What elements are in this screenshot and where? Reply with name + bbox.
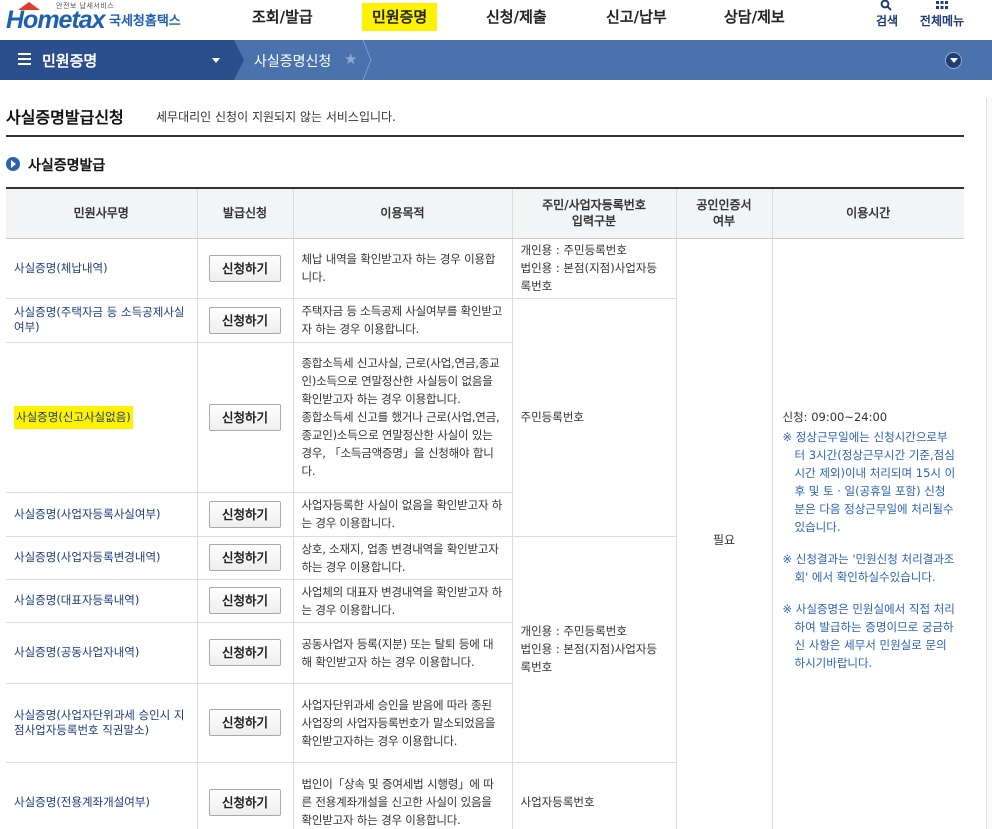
apply-button[interactable]: 신청하기 xyxy=(209,403,281,431)
all-menu-button[interactable]: 전체메뉴 xyxy=(914,0,970,29)
expand-circle-icon[interactable] xyxy=(945,52,962,69)
title-divider xyxy=(6,135,964,137)
logo-korean: 국세청홈택스 xyxy=(109,14,181,29)
service-name[interactable]: 사실증명(사업자등록사실여부) xyxy=(6,492,197,537)
usage-note: ※ 신청결과는 '민원신청 처리결과조회' 에서 확인하실수있습니다. xyxy=(782,552,955,584)
gnb-item-consult[interactable]: 상담/제보 xyxy=(714,3,795,31)
gnb-item-civil-certificate[interactable]: 민원증명 xyxy=(362,3,438,31)
hamburger-icon xyxy=(18,53,31,68)
favorite-star-icon[interactable]: ★ xyxy=(344,50,357,68)
apply-button[interactable]: 신청하기 xyxy=(209,587,281,614)
right-side-strip xyxy=(986,98,992,829)
gnb-item-apply-submit[interactable]: 신청/제출 xyxy=(476,3,557,31)
apply-time-text: 신청: 09:00~24:00 xyxy=(782,410,888,424)
location-bar: 민원증명 사실증명신청 ★ xyxy=(0,40,992,80)
apply-button[interactable]: 신청하기 xyxy=(209,254,281,282)
service-name[interactable]: 사실증명(사업자단위과세 승인시 지점사업자등록번호 직권말소) xyxy=(6,683,197,763)
purpose-text: 법인이「상속 및 증여세법 시행령」에 따른 전용계좌개설을 신고한 사실이 있… xyxy=(292,762,512,829)
cert-required-text: 필요 xyxy=(675,238,772,829)
purpose-text: 종합소득세 신고사실, 근로(사업,연금,종교인)소득으로 연말정산한 사실등이… xyxy=(292,342,512,493)
gnb-item-report-pay[interactable]: 신고/납부 xyxy=(596,3,677,31)
page-notice: 세무대리인 신청이 지원되지 않는 서비스입니다. xyxy=(156,110,396,124)
breadcrumb-current[interactable]: 사실증명신청 xyxy=(254,51,331,71)
logo-brand: Hometax xyxy=(6,6,106,34)
service-name[interactable]: 사실증명(사업자등록변경내역) xyxy=(6,536,197,580)
section-title: 사실증명발급 xyxy=(28,158,106,174)
gnb-item-inquiry[interactable]: 조회/발급 xyxy=(242,3,323,31)
top-header: 안전보 납세서비스 Hometax 국세청홈택스 조회/발급 민원증명 신청/제… xyxy=(0,0,992,40)
service-name[interactable]: 사실증명(공동사업자내역) xyxy=(6,622,197,684)
apply-button[interactable]: 신청하기 xyxy=(209,709,281,736)
id-type-text: 개인용 : 주민등록번호 법인용 : 본점(지점)사업자등록번호 xyxy=(511,536,676,763)
section-bullet-icon xyxy=(6,157,20,171)
table-row: 사실증명(체납내역) 신청하기 체납 내역을 확인받고자 하는 경우 이용합니다… xyxy=(6,238,964,829)
service-name[interactable]: 사실증명(전용계좌개설여부) xyxy=(6,762,197,829)
apply-button[interactable]: 신청하기 xyxy=(209,639,281,666)
id-type-text: 개인용 : 주민등록번호 법인용 : 본점(지점)사업자등록번호 xyxy=(511,238,676,299)
purpose-text: 공동사업자 등록(지분) 또는 탈퇴 등에 대해 확인받고자 하는 경우 이용합… xyxy=(292,622,512,684)
header-purpose: 이용목적 xyxy=(292,187,512,239)
hometax-logo[interactable]: 안전보 납세서비스 Hometax 국세청홈택스 xyxy=(4,0,194,40)
grid-menu-icon xyxy=(936,1,948,9)
table-header-row: 민원사무명 발급신청 이용목적 주민/사업자등록번호 입력구분 공인인증서 여부… xyxy=(6,187,964,239)
breadcrumb-separator xyxy=(362,40,372,80)
header-usage-time: 이용시간 xyxy=(771,187,964,239)
purpose-text: 주택자금 등 소득공제 사실여부를 확인받고자 하는 경우 이용합니다. xyxy=(292,298,512,343)
all-menu-label: 전체메뉴 xyxy=(919,14,965,28)
breadcrumb-arrow xyxy=(234,40,244,80)
header-service-name: 민원사무명 xyxy=(6,187,197,239)
usage-note: ※ 사실증명은 민원실에서 직접 처리하여 발급하는 증명이므로 궁금하신 사항… xyxy=(782,602,955,670)
purpose-text: 사업자등록한 사실이 없음을 확인받고자 하는 경우 이용합니다. xyxy=(292,492,512,537)
apply-button[interactable]: 신청하기 xyxy=(209,306,281,334)
service-name[interactable]: 사실증명(주택자금 등 소득공제사실여부) xyxy=(6,298,197,343)
section-dropdown[interactable]: 민원증명 xyxy=(0,40,234,80)
search-button[interactable]: 검색 xyxy=(872,0,902,29)
certificate-table: 민원사무명 발급신청 이용목적 주민/사업자등록번호 입력구분 공인인증서 여부… xyxy=(6,187,964,829)
page-title: 사실증명발급신청 xyxy=(6,108,124,127)
service-name[interactable]: 사실증명(신고사실없음) xyxy=(6,342,197,493)
header-id-type: 주민/사업자등록번호 입력구분 xyxy=(511,187,676,239)
usage-time-cell: 신청: 09:00~24:00 ※ 정상근무일에는 신청시간으로부터 3시간(정… xyxy=(771,238,964,829)
id-type-text: 주민등록번호 xyxy=(511,298,676,537)
search-label: 검색 xyxy=(875,14,899,28)
search-icon xyxy=(880,0,892,11)
id-type-text: 사업자등록번호 xyxy=(511,762,676,829)
header-cert-required: 공인인증서 여부 xyxy=(675,187,772,239)
apply-button[interactable]: 신청하기 xyxy=(209,544,281,571)
apply-button[interactable]: 신청하기 xyxy=(209,788,281,816)
purpose-text: 체납 내역을 확인받고자 하는 경우 이용합니다. xyxy=(292,238,512,299)
purpose-text: 사업자단위과세 승인을 받음에 따라 종된 사업장의 사업자등록번호가 말소되었… xyxy=(292,683,512,763)
section-dropdown-label: 민원증명 xyxy=(42,52,98,70)
header-apply: 발급신청 xyxy=(196,187,293,239)
service-name[interactable]: 사실증명(체납내역) xyxy=(6,238,197,299)
caret-down-icon xyxy=(212,58,220,63)
apply-button[interactable]: 신청하기 xyxy=(209,500,281,528)
usage-note: ※ 정상근무일에는 신청시간으로부터 3시간(정상근무시간 기준,점심시간 제외… xyxy=(782,430,956,534)
purpose-text: 상호, 소재지, 업종 변경내역을 확인받고자 하는 경우 이용합니다. xyxy=(292,536,512,580)
service-name[interactable]: 사실증명(대표자등록내역) xyxy=(6,579,197,623)
purpose-text: 사업체의 대표자 변경내역을 확인받고자 하는 경우 이용합니다. xyxy=(292,579,512,623)
